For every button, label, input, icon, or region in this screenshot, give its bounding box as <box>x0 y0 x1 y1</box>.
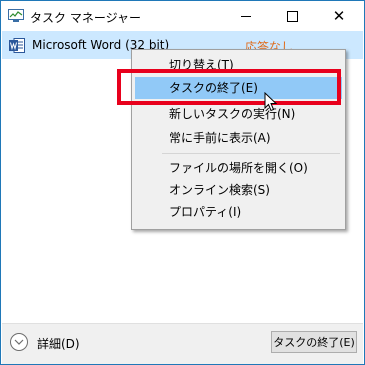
menu-item-run-new-task[interactable]: 新しいタスクの実行(N) <box>135 103 342 125</box>
details-toggle[interactable]: 詳細(D) <box>37 335 80 352</box>
close-button[interactable]: ✕ <box>316 1 362 31</box>
minimize-button[interactable] <box>223 1 269 31</box>
menu-item-always-on-top[interactable]: 常に手前に表示(A) <box>135 127 342 149</box>
window-title: タスク マネージャー <box>30 11 141 25</box>
menu-item-open-file-location[interactable]: ファイルの場所を開く(O) <box>135 157 342 179</box>
word-icon <box>9 38 25 53</box>
mouse-cursor-icon <box>264 92 278 112</box>
menu-separator <box>162 153 340 154</box>
maximize-icon <box>286 10 298 22</box>
maximize-button[interactable] <box>269 1 315 31</box>
minimize-icon <box>241 15 251 17</box>
title-bar[interactable]: タスク マネージャー ✕ <box>1 1 364 31</box>
menu-item-properties[interactable]: プロパティ(I) <box>135 201 342 223</box>
menu-item-search-online[interactable]: オンライン検索(S) <box>135 179 342 201</box>
footer-bar: 詳細(D) タスクの終了(E) <box>2 323 363 364</box>
chevron-down-icon[interactable] <box>10 333 28 351</box>
close-icon: ✕ <box>332 7 346 25</box>
task-manager-icon <box>8 9 24 22</box>
end-task-button[interactable]: タスクの終了(E) <box>271 331 357 353</box>
annotation-highlight-box <box>117 69 341 105</box>
